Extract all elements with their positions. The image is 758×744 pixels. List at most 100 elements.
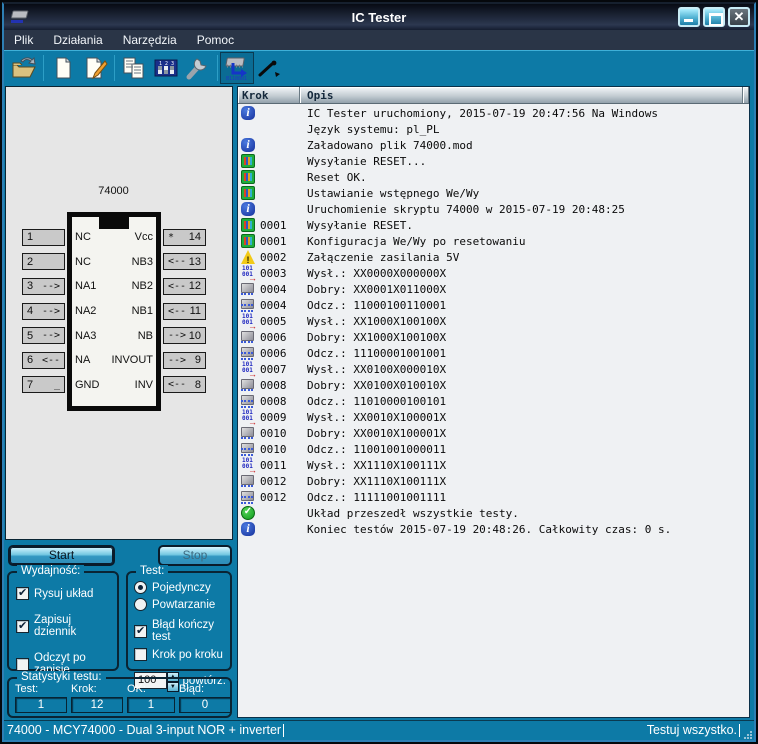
reset-icon [241,170,255,184]
log-row[interactable]: 0011 Wysł.: XX1110X100111X [238,457,749,473]
pin-direction-arrow: 10 [189,330,201,342]
stat-value: 1 [127,697,175,713]
read-icon [241,442,255,456]
log-row-step: 0004 [260,299,307,312]
open-file-button[interactable] [8,53,40,83]
log-row-step: 0001 [260,219,307,232]
log-row[interactable]: 0012 Dobry: XX1110X100111X [238,473,749,489]
warning-icon [241,250,255,264]
pin-number: * [168,232,174,243]
log-row[interactable]: IC Tester uruchomiony, 2015-07-19 20:47:… [238,105,749,121]
stop-button[interactable]: Stop [158,545,232,566]
log-row[interactable]: 0001 Konfiguracja We/Wy po resetowaniu [238,233,749,249]
resize-grip[interactable] [743,730,752,739]
toolbar-separator [114,55,115,81]
log-row[interactable]: 0008 Odcz.: 11010000100101 [238,393,749,409]
reset-icon [241,154,255,168]
test-chip-button[interactable]: 0110001 [221,53,253,83]
write-icon [241,458,255,472]
statusbar: 74000 - MCY74000 - Dual 3-input NOR + in… [4,720,754,740]
chip-icon [241,282,255,296]
radio-icon[interactable] [134,598,147,611]
none-icon [241,122,255,136]
chip-pin-row: 5 --> [22,323,65,348]
chip-pin-row: 3 --> [22,274,65,299]
log-row[interactable]: Załadowano plik 74000.mod [238,137,749,153]
log-row-step: 0005 [260,315,307,328]
log-row[interactable]: 0008 Dobry: XX0100X010010X [238,377,749,393]
stat-value: 1 [15,697,67,713]
start-button[interactable]: Start [8,545,115,566]
log-column-krok[interactable]: Krok [238,87,300,103]
close-button[interactable] [728,7,750,27]
log-row[interactable]: 0010 Dobry: XX0010X100001X [238,425,749,441]
log-row[interactable]: 0010 Odcz.: 11001001000011 [238,441,749,457]
copy-document-button[interactable] [118,53,150,83]
checkbox-icon[interactable] [134,625,147,638]
log-row[interactable]: Wysyłanie RESET... [238,153,749,169]
log-row[interactable]: Reset OK. [238,169,749,185]
menu-item[interactable]: Pomoc [187,30,244,50]
pin-direction-arrow: 8 [195,379,201,391]
log-row[interactable]: 0001 Wysyłanie RESET. [238,217,749,233]
log-row[interactable]: 0004 Dobry: XX0001X011000X [238,281,749,297]
checkbox-icon[interactable] [16,620,29,633]
new-file-button[interactable] [47,53,79,83]
stat-field: Krok: 12 [71,683,123,713]
checkbox-option[interactable]: Zapisuj dziennik [16,614,111,638]
log-row[interactable]: 0009 Wysł.: XX0010X100001X [238,409,749,425]
chip-icon [241,426,255,440]
checkbox-option[interactable]: Rysuj układ [16,587,111,600]
dip-switch-config-button[interactable]: 1 2 3 [150,53,182,83]
maximize-button[interactable] [703,7,725,27]
checkbox-option[interactable]: Krok po kroku [134,648,226,661]
radio-option[interactable]: Pojedynczy [134,581,226,594]
log-row[interactable]: 0006 Odcz.: 11100001001001 [238,345,749,361]
log-row[interactable]: 0006 Dobry: XX1000X100100X [238,329,749,345]
radio-icon[interactable] [134,581,147,594]
log-row[interactable]: 0004 Odcz.: 11000100110001 [238,297,749,313]
chip-icon [241,378,255,392]
log-row-description: Reset OK. [307,171,749,184]
performance-group: Wydajność: Rysuj układ Zapisuj dziennik … [7,571,119,671]
radio-label: Powtarzanie [152,599,215,611]
log-row-step: 0006 [260,331,307,344]
minimize-button[interactable] [678,7,700,27]
log-row[interactable]: Ustawianie wstępnego We/Wy [238,185,749,201]
log-row-step: 0010 [260,443,307,456]
log-row[interactable]: 0005 Wysł.: XX1000X100100X [238,313,749,329]
log-row[interactable]: Uruchomienie skryptu 74000 w 2015-07-19 … [238,201,749,217]
checkbox-option[interactable]: Błąd kończy test [134,619,226,643]
stat-field: Błąd: 0 [179,683,231,713]
probe-pin-button[interactable] [253,53,285,83]
titlebar[interactable]: IC Tester [4,4,754,30]
menu-item[interactable]: Narzędzia [113,30,187,50]
settings-wrench-button[interactable] [182,53,214,83]
log-row[interactable]: 0003 Wysł.: XX0000X000000X [238,265,749,281]
checkbox-icon[interactable] [134,648,147,661]
log-row-description: Odcz.: 11100001001001 [307,347,749,360]
log-row-description: Odcz.: 11010000100101 [307,395,749,408]
log-row[interactable]: 0007 Wysł.: XX0100X000010X [238,361,749,377]
log-row[interactable]: Układ przeszedł wszystkie testy. [238,505,749,521]
chip-label-row: NC NB3 [73,250,155,275]
checkbox-icon[interactable] [16,587,29,600]
log-row-description: Uruchomienie skryptu 74000 w 2015-07-19 … [307,203,749,216]
toolbar-separator [217,55,218,81]
log-row-description: Konfiguracja We/Wy po resetowaniu [307,235,749,248]
info-icon [241,522,255,536]
log-column-opis[interactable]: Opis [300,87,743,103]
log-row[interactable]: 0012 Odcz.: 11111001001111 [238,489,749,505]
edit-script-button[interactable] [79,53,111,83]
log-row[interactable]: 0002 Załączenie zasilania 5V [238,249,749,265]
checkbox-icon[interactable] [16,658,29,671]
menu-item[interactable]: Działania [43,30,112,50]
log-row-description: Wysł.: XX1000X100100X [307,315,749,328]
log-row[interactable]: Język systemu: pl_PL [238,121,749,137]
chip-label-row: NA3 NB [73,323,155,348]
log-row[interactable]: Koniec testów 2015-07-19 20:48:26. Całko… [238,521,749,537]
pin-direction-arrow: 12 [189,280,201,292]
menu-item[interactable]: Plik [4,30,43,50]
radio-option[interactable]: Powtarzanie [134,598,226,611]
chip-label-row: NA2 NB1 [73,299,155,324]
